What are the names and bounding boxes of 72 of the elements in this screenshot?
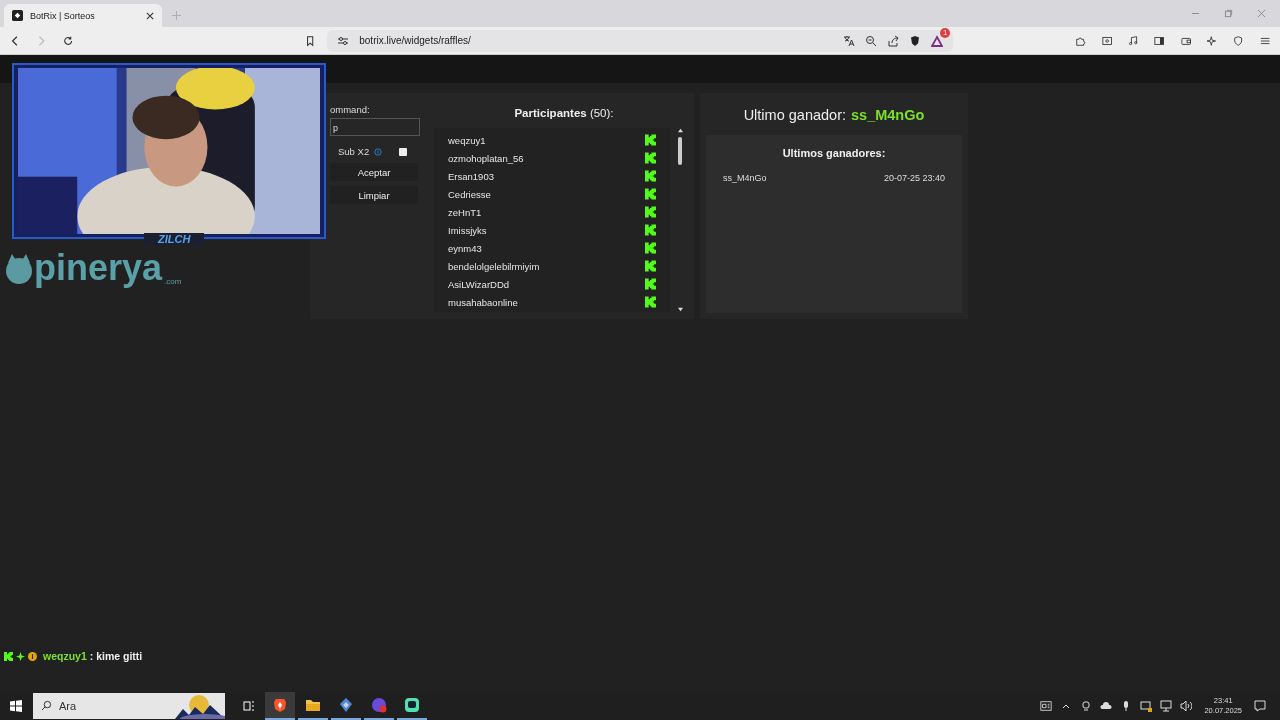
participant-name: Ersan1903 xyxy=(448,170,494,182)
action-button[interactable]: Aceptar xyxy=(330,163,418,181)
translate-icon[interactable] xyxy=(843,34,856,47)
command-field[interactable]: p xyxy=(330,118,420,136)
kick-icon xyxy=(645,188,656,200)
command-label: ommand: xyxy=(330,104,370,115)
logo-suffix: .com xyxy=(164,277,182,287)
notification-icon[interactable] xyxy=(1254,700,1266,712)
winner-entry-name: ss_M4nGo xyxy=(723,173,767,183)
participant-name: bendelolgelebilrmiyim xyxy=(448,260,540,272)
address-bar[interactable]: botrix.live/widgets/raffles/ 1 xyxy=(327,29,954,52)
winner-entry-time: 20-07-25 23:40 xyxy=(883,173,945,183)
reload-icon[interactable] xyxy=(62,34,73,47)
participants-title: Participantes (50): xyxy=(514,107,614,119)
kick-icon xyxy=(645,152,656,164)
scroll-down-icon[interactable] xyxy=(676,307,684,312)
webcam-icon[interactable] xyxy=(1080,700,1093,712)
kick-icon xyxy=(645,278,656,290)
star-icon xyxy=(16,651,25,661)
cloud-icon[interactable] xyxy=(1100,700,1113,712)
winners-title: Ultimos ganadores: xyxy=(781,147,887,159)
sparkle-icon[interactable] xyxy=(1207,34,1218,47)
kick-icon xyxy=(645,134,656,146)
participant-name: AsiLWizarDDd xyxy=(448,278,510,290)
task-view-icon[interactable] xyxy=(243,700,255,712)
chat-username: weqzuy1 xyxy=(43,650,87,662)
news-icon[interactable] xyxy=(1040,700,1053,712)
action-button[interactable]: Limpiar xyxy=(330,186,418,204)
display-icon[interactable] xyxy=(1140,700,1153,712)
shield-icon[interactable] xyxy=(1233,34,1244,47)
search-field[interactable]: Ara xyxy=(33,693,175,719)
speaker-icon[interactable] xyxy=(1180,700,1193,712)
sidebar-icon[interactable] xyxy=(1154,34,1165,47)
close-icon[interactable] xyxy=(146,11,154,20)
music-icon[interactable] xyxy=(1128,34,1139,47)
kick-icon xyxy=(645,206,656,218)
browser-tab[interactable]: BotRix | Sorteos xyxy=(4,4,162,27)
share-icon[interactable] xyxy=(887,34,900,47)
participant-name: Imissjyks xyxy=(448,224,487,236)
info-icon[interactable] xyxy=(374,147,383,156)
participant-name: eynm43 xyxy=(448,242,482,254)
sub-label: Sub X2 xyxy=(338,146,370,157)
scroll-up-icon[interactable] xyxy=(676,128,684,133)
notification-badge: 1 xyxy=(940,27,951,38)
kick-icon xyxy=(645,296,656,308)
windows-icon[interactable] xyxy=(10,700,22,712)
kick-icon xyxy=(645,224,656,236)
kick-icon xyxy=(645,242,656,254)
scrollbar-thumb[interactable] xyxy=(678,137,682,165)
window-search-icon[interactable] xyxy=(1101,34,1113,47)
participant-name: musahabaonline xyxy=(448,296,518,308)
camera-label: ZILCH xyxy=(144,233,205,245)
shield-icon[interactable] xyxy=(909,34,922,47)
search-icon xyxy=(41,700,52,711)
zoom-out-icon[interactable] xyxy=(865,34,878,47)
participant-name: weqzuy1 xyxy=(448,134,486,146)
bookmark-icon[interactable] xyxy=(304,34,316,47)
winner-name: ss_M4nGo xyxy=(851,107,925,123)
kick-icon xyxy=(4,651,13,661)
checkbox[interactable] xyxy=(399,147,408,156)
participant-name: Cedriesse xyxy=(448,188,491,200)
channel-logo: pinerya xyxy=(34,249,163,287)
chat-message: : kime gitti xyxy=(89,650,143,662)
winner-label: Ultimo ganador: xyxy=(743,107,846,123)
mascot-icon xyxy=(4,253,34,287)
sliders-icon xyxy=(337,34,350,47)
kick-icon xyxy=(645,170,656,182)
participant-name: ozmohoplatan_56 xyxy=(448,152,524,164)
kick-icon xyxy=(645,260,656,272)
triangle-icon[interactable] xyxy=(931,34,944,47)
participant-name: zeHnT1 xyxy=(448,206,482,218)
coin-icon xyxy=(28,651,37,661)
